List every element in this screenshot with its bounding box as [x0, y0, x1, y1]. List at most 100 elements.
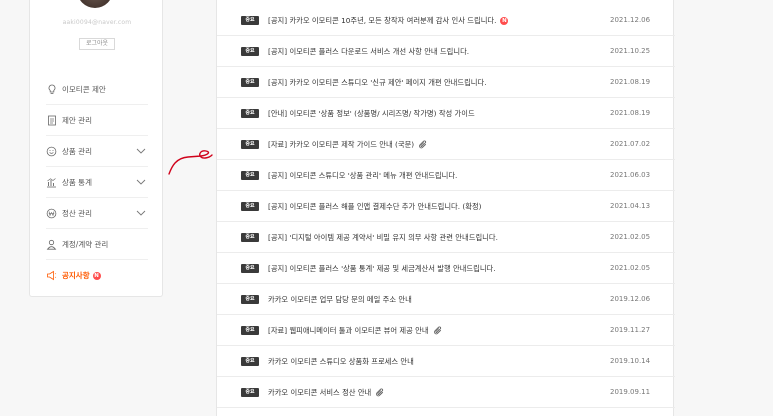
notice-title-link[interactable]: [공지] 이모티콘 플러스 해플 인앱 결제수단 추가 안내드립니다. (확정)	[268, 200, 482, 213]
notice-row[interactable]: 중요 [공지] '디지털 아이템 제공 계약서' 비밀 유지 의무 사항 관련 안…	[217, 222, 675, 253]
sidebar-item-label: 이모티콘 제안	[62, 84, 106, 94]
new-badge: N	[92, 271, 101, 280]
notice-row[interactable]: 중요 카카오 이모티콘 서비스 정산 안내 2019.09.11	[217, 377, 675, 408]
sidebar-nav: 이모티콘 제안 제안 관리 상품 관리 상품 통계 정산 관리 계정/계약 관리…	[30, 74, 164, 291]
important-badge: 중요	[241, 233, 259, 242]
chart-icon	[46, 177, 57, 188]
notice-title-text: [공지] '디지털 아이템 제공 계약서' 비밀 유지 의무 사항 관련 안내드…	[268, 233, 498, 242]
notice-row[interactable]: 중요 [자료] 카카오 이모티콘 제작 가이드 안내 (국문) 2021.07.02	[217, 129, 675, 160]
sidebar: aaki0094@naver.com 로그아웃 이모티콘 제안 제안 관리 상품…	[29, 0, 163, 297]
chevron-down-icon[interactable]	[136, 209, 146, 218]
notice-title-text: [공지] 카카오 이모티콘 스튜디오 '신규 제안' 페이지 개편 안내드립니다…	[268, 78, 487, 87]
chevron-down-icon[interactable]	[136, 178, 146, 187]
notice-date: 2019.09.11	[610, 388, 651, 396]
notice-date: 2021.06.03	[610, 171, 651, 179]
important-badge: 중요	[241, 264, 259, 273]
notice-title-link[interactable]: [자료] 카카오 이모티콘 제작 가이드 안내 (국문)	[268, 138, 428, 151]
lightbulb-icon	[46, 84, 57, 95]
important-badge: 중요	[241, 388, 259, 397]
user-email: aaki0094@naver.com	[62, 19, 132, 26]
important-badge: 중요	[241, 140, 259, 149]
notice-date: 2021.04.13	[610, 202, 651, 210]
sidebar-item-product-stats[interactable]: 상품 통계	[46, 167, 148, 198]
important-badge: 중요	[241, 78, 259, 87]
notice-title-link[interactable]: 카카오 이모티콘 업무 담당 문의 메일 주소 안내	[268, 293, 412, 306]
sidebar-item-label: 제안 관리	[62, 115, 92, 125]
sidebar-item-settlement[interactable]: 정산 관리	[46, 198, 148, 229]
notice-title-text: 카카오 이모티콘 스튜디오 상품화 프로세스 안내	[268, 357, 414, 366]
notice-title-link[interactable]: [자료] 웹피애니메이터 툴과 이모티콘 뷰어 제공 안내	[268, 324, 443, 337]
won-coin-icon	[46, 208, 57, 219]
notice-date: 2021.08.19	[610, 78, 651, 86]
notice-date: 2019.11.27	[610, 326, 651, 334]
important-badge: 중요	[241, 16, 259, 25]
notice-list: 중요 [공지] 카카오 이모티콘 10주년, 모든 창작자 여러분께 감사 인사 …	[216, 0, 675, 416]
notice-title-link[interactable]: [공지] 카카오 이모티콘 스튜디오 '신규 제안' 페이지 개편 안내드립니다…	[268, 76, 487, 89]
notice-date: 2021.02.05	[610, 264, 651, 272]
sidebar-item-emoticon-proposal[interactable]: 이모티콘 제안	[46, 74, 148, 105]
notice-date: 2019.12.06	[610, 295, 651, 303]
notice-date: 2021.07.02	[610, 140, 651, 148]
sidebar-item-account-contract[interactable]: 계정/계약 관리	[46, 229, 148, 260]
notice-row[interactable]: 중요 [공지] 이모티콘 플러스 해플 인앱 결제수단 추가 안내드립니다. (확…	[217, 191, 675, 222]
notice-date: 2021.02.05	[610, 233, 651, 241]
new-badge: N	[500, 16, 509, 25]
sidebar-item-product-management[interactable]: 상품 관리	[46, 136, 148, 167]
sidebar-item-label: 정산 관리	[62, 208, 92, 218]
important-badge: 중요	[241, 295, 259, 304]
notice-title-text: [자료] 카카오 이모티콘 제작 가이드 안내 (국문)	[268, 140, 415, 149]
notice-title-text: [공지] 카카오 이모티콘 10주년, 모든 창작자 여러분께 감사 인사 드립…	[268, 16, 497, 25]
notice-title-link[interactable]: [공지] 카카오 이모티콘 10주년, 모든 창작자 여러분께 감사 인사 드립…	[268, 14, 509, 27]
notice-row[interactable]: 중요 카카오 이모티콘 스튜디오 상품화 프로세스 안내 2019.10.14	[217, 346, 675, 377]
notice-date: 2019.10.14	[610, 357, 651, 365]
sidebar-item-label: 상품 관리	[62, 146, 92, 156]
paperclip-icon	[433, 325, 443, 336]
notice-date: 2021.12.06	[610, 16, 651, 24]
notice-title-link[interactable]: [공지] 이모티콘 플러스 '상품 통계' 제공 및 세금계산서 발행 안내드립…	[268, 262, 496, 275]
document-icon	[46, 115, 57, 126]
sidebar-item-notices[interactable]: 공지사항 N	[46, 260, 148, 291]
notice-date: 2021.10.25	[610, 47, 651, 55]
notice-row[interactable]: 중요 [공지] 카카오 이모티콘 스튜디오 '신규 제안' 페이지 개편 안내드립…	[217, 67, 675, 98]
megaphone-icon	[46, 270, 57, 281]
person-icon	[46, 239, 57, 250]
notice-title-text: [안내] 이모티콘 '상품 정보' (상품명/ 시리즈명/ 작가명) 작성 가이…	[268, 109, 475, 118]
important-badge: 중요	[241, 171, 259, 180]
logout-button[interactable]: 로그아웃	[79, 38, 115, 50]
sidebar-item-proposal-management[interactable]: 제안 관리	[46, 105, 148, 136]
notice-title-text: [공지] 이모티콘 플러스 다운로드 서비스 개선 사항 안내 드립니다.	[268, 47, 470, 56]
paperclip-icon	[418, 139, 428, 150]
sidebar-item-label: 계정/계약 관리	[62, 239, 109, 249]
chevron-down-icon[interactable]	[136, 147, 146, 156]
notice-row[interactable]: 중요 [공지] 카카오 이모티콘 10주년, 모든 창작자 여러분께 감사 인사 …	[217, 5, 675, 36]
notice-title-text: [공지] 이모티콘 플러스 해플 인앱 결제수단 추가 안내드립니다. (확정)	[268, 202, 482, 211]
notice-title-link[interactable]: [공지] '디지털 아이템 제공 계약서' 비밀 유지 의무 사항 관련 안내드…	[268, 231, 498, 244]
smiley-icon	[46, 146, 57, 157]
important-badge: 중요	[241, 109, 259, 118]
sidebar-item-label: 상품 통계	[62, 177, 92, 187]
notice-row[interactable]: 중요 [자료] 웹피애니메이터 툴과 이모티콘 뷰어 제공 안내 2019.11.2…	[217, 315, 675, 346]
notice-title-text: 카카오 이모티콘 서비스 정산 안내	[268, 388, 372, 397]
important-badge: 중요	[241, 357, 259, 366]
notice-title-link[interactable]: [안내] 이모티콘 '상품 정보' (상품명/ 시리즈명/ 작가명) 작성 가이…	[268, 107, 475, 120]
notice-title-link[interactable]: 카카오 이모티콘 서비스 정산 안내	[268, 386, 385, 399]
notice-title-text: [공지] 이모티콘 플러스 '상품 통계' 제공 및 세금계산서 발행 안내드립…	[268, 264, 496, 273]
notice-title-text: [공지] 이모티콘 스튜디오 '상품 관리' 메뉴 개편 안내드립니다.	[268, 171, 458, 180]
notice-row[interactable]: 중요 [공지] 이모티콘 플러스 다운로드 서비스 개선 사항 안내 드립니다. 2…	[217, 36, 675, 67]
notice-title-link[interactable]: 카카오 이모티콘 스튜디오 상품화 프로세스 안내	[268, 355, 414, 368]
notice-row[interactable]: 중요 [공지] 이모티콘 스튜디오 '상품 관리' 메뉴 개편 안내드립니다. 20…	[217, 160, 675, 191]
notice-title-link[interactable]: [공지] 이모티콘 플러스 다운로드 서비스 개선 사항 안내 드립니다.	[268, 45, 469, 58]
important-badge: 중요	[241, 47, 259, 56]
notice-row[interactable]: 중요 [공지] 이모티콘 플러스 '상품 통계' 제공 및 세금계산서 발행 안내…	[217, 253, 675, 284]
notice-title-text: [자료] 웹피애니메이터 툴과 이모티콘 뷰어 제공 안내	[268, 326, 429, 335]
paperclip-icon	[375, 387, 385, 398]
notice-row[interactable]: 중요 [안내] 이모티콘 '상품 정보' (상품명/ 시리즈명/ 작가명) 작성 …	[217, 98, 675, 129]
notice-date: 2021.08.19	[610, 109, 651, 117]
important-badge: 중요	[241, 326, 259, 335]
notice-title-link[interactable]: [공지] 이모티콘 스튜디오 '상품 관리' 메뉴 개편 안내드립니다.	[268, 169, 457, 182]
important-badge: 중요	[241, 202, 259, 211]
notice-title-text: 카카오 이모티콘 업무 담당 문의 메일 주소 안내	[268, 295, 412, 304]
avatar[interactable]	[77, 0, 113, 8]
notice-row[interactable]: 중요 카카오 이모티콘 업무 담당 문의 메일 주소 안내 2019.12.06	[217, 284, 675, 315]
sidebar-item-label: 공지사항	[62, 271, 90, 280]
